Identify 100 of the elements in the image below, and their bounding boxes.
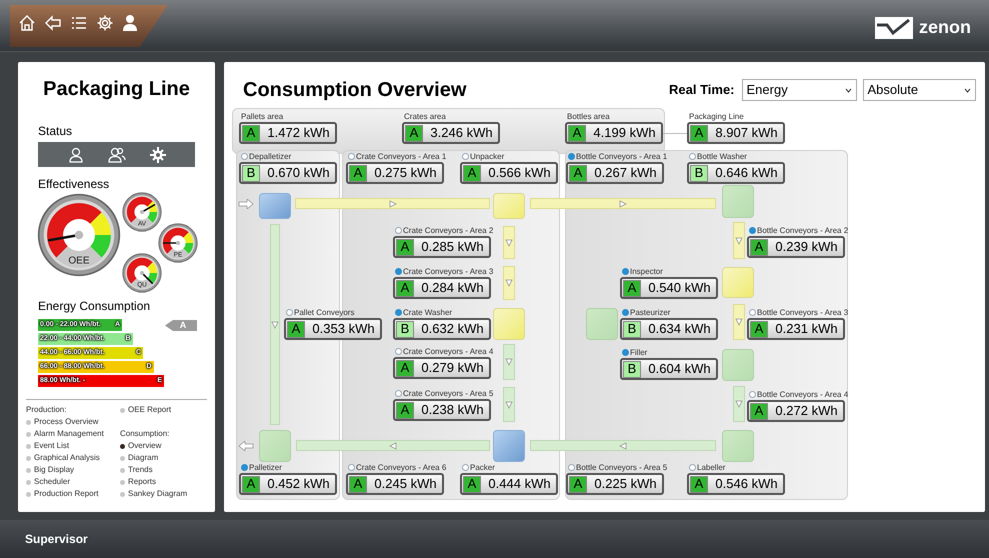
grade-badge: A xyxy=(690,124,708,142)
node-label: Bottle Conveyors - Area 1 xyxy=(576,150,668,162)
grade-badge: A xyxy=(396,238,414,256)
group-icon[interactable] xyxy=(108,146,126,162)
node-label: Crate Conveyors - Area 3 xyxy=(403,266,494,278)
quantity-select[interactable]: Energy xyxy=(742,79,857,101)
direction-arrow-icon xyxy=(505,238,513,246)
settings-icon[interactable] xyxy=(150,146,166,162)
grade-badge: A xyxy=(396,280,414,296)
node-label: Crates area xyxy=(404,110,446,122)
node-label: Filler xyxy=(630,346,648,358)
node-label: Pasteurizer xyxy=(630,306,670,318)
nav-link[interactable]: Overview xyxy=(120,440,188,452)
nav-link[interactable]: Trends xyxy=(120,464,188,476)
node-label: Crate Conveyors - Area 4 xyxy=(403,346,494,358)
settings-icon[interactable] xyxy=(96,14,114,32)
node-label: Depalletizer xyxy=(249,150,292,162)
machine-block xyxy=(493,308,525,340)
home-icon[interactable] xyxy=(18,14,36,32)
flow-arrow-icon xyxy=(238,441,254,451)
node-label: Crate Conveyors - Area 5 xyxy=(403,388,494,400)
nav-link[interactable]: Scheduler xyxy=(26,476,114,488)
direction-arrow-icon xyxy=(735,318,743,326)
node-label: Inspector xyxy=(630,266,663,278)
grade-badge: B xyxy=(396,320,414,338)
grade-badge: B xyxy=(623,320,641,338)
direction-arrow-icon xyxy=(505,358,513,366)
user-icon[interactable] xyxy=(122,14,138,32)
meter-value: 0.275 kWh xyxy=(373,164,438,182)
grade-badge: A xyxy=(396,402,414,418)
page-title: Consumption Overview xyxy=(243,78,466,103)
machine-block xyxy=(259,193,291,219)
person-icon[interactable] xyxy=(68,146,84,162)
meter-value: 0.670 kWh xyxy=(266,164,331,182)
nav-link[interactable]: Sankey Diagram xyxy=(120,488,188,500)
nav-link[interactable]: Reports xyxy=(120,476,188,488)
node-label: Crate Conveyors - Area 1 xyxy=(356,150,446,162)
meter-value: 0.238 kWh xyxy=(420,401,485,420)
back-icon[interactable] xyxy=(44,14,62,32)
section-heading: Energy Consumption xyxy=(38,298,152,315)
nav-link[interactable]: Alarm Management xyxy=(26,428,114,440)
node-label: Bottle Conveyors - Area 4 xyxy=(757,388,848,400)
node-label: Bottles area xyxy=(567,110,610,122)
nav-heading: Production: xyxy=(26,404,68,416)
grade-badge: A xyxy=(623,280,641,296)
nav-link[interactable]: Event List xyxy=(26,440,114,452)
mode-label: Real Time: xyxy=(669,81,735,100)
meter-value: 0.566 kWh xyxy=(487,164,552,182)
logo-icon xyxy=(875,16,913,38)
meter-value: 0.231 kWh xyxy=(774,320,839,338)
nav-link[interactable]: Big Display xyxy=(26,464,114,476)
grade-badge: A xyxy=(750,238,768,256)
gauge-drawing xyxy=(158,223,198,263)
grade-badge: A xyxy=(568,124,586,142)
direction-arrow-icon xyxy=(271,320,279,328)
direction-arrow-icon xyxy=(389,442,397,450)
node-label: Crate Conveyors - Area 6 xyxy=(356,462,446,474)
meter-value: 0.267 kWh xyxy=(593,164,658,182)
meter-value: 0.353 kWh xyxy=(311,320,376,338)
node-label: Bottle Conveyors - Area 3 xyxy=(757,306,848,318)
direction-arrow-icon xyxy=(619,442,627,450)
machine-block xyxy=(722,267,754,298)
current-class-indicator: A xyxy=(165,320,197,331)
flow-arrow-icon xyxy=(238,199,254,209)
meter-value: 0.540 kWh xyxy=(647,279,712,298)
machine-block xyxy=(493,430,525,462)
meter-value: 0.225 kWh xyxy=(593,475,658,494)
nav-link[interactable]: Diagram xyxy=(120,452,188,464)
meter-value: 0.284 kWh xyxy=(420,279,485,298)
direction-arrow-icon xyxy=(619,200,627,208)
meter-value: 0.632 kWh xyxy=(420,320,485,338)
meter-value: 4.199 kWh xyxy=(592,124,657,142)
scale-select[interactable]: Absolute xyxy=(862,79,976,101)
machine-block xyxy=(722,185,754,218)
machine-block xyxy=(722,349,754,381)
grade-badge: B xyxy=(690,164,708,182)
caret-icon xyxy=(844,88,852,92)
grade-badge: A xyxy=(396,360,414,376)
node-label: Bottle Conveyors - Area 2 xyxy=(757,224,848,236)
gauge-drawing xyxy=(122,192,162,232)
meter-value: 0.634 kWh xyxy=(647,320,712,338)
user-name: Supervisor xyxy=(25,531,88,548)
machine-block xyxy=(493,193,525,219)
direction-arrow-icon xyxy=(505,400,513,408)
meter-value: 0.444 kWh xyxy=(487,475,552,494)
grade-badge: A xyxy=(750,320,768,338)
nav-link[interactable]: Process Overview xyxy=(26,416,114,428)
gauge-drawing xyxy=(122,253,162,293)
gauge-label: OEE xyxy=(68,256,90,267)
nav-heading: Consumption: xyxy=(120,428,170,440)
meter-value: 0.546 kWh xyxy=(714,475,779,494)
connector-line xyxy=(663,133,687,134)
direction-arrow-icon xyxy=(735,400,743,408)
node-label: Labeller xyxy=(697,462,726,474)
meter-value: 1.472 kWh xyxy=(266,124,331,142)
nav-link[interactable]: OEE Report xyxy=(120,404,188,416)
grade-badge: A xyxy=(690,476,708,492)
direction-arrow-icon xyxy=(505,279,513,287)
nav-link[interactable]: Graphical Analysis xyxy=(26,452,114,464)
nav-link[interactable]: Production Report xyxy=(26,488,114,500)
